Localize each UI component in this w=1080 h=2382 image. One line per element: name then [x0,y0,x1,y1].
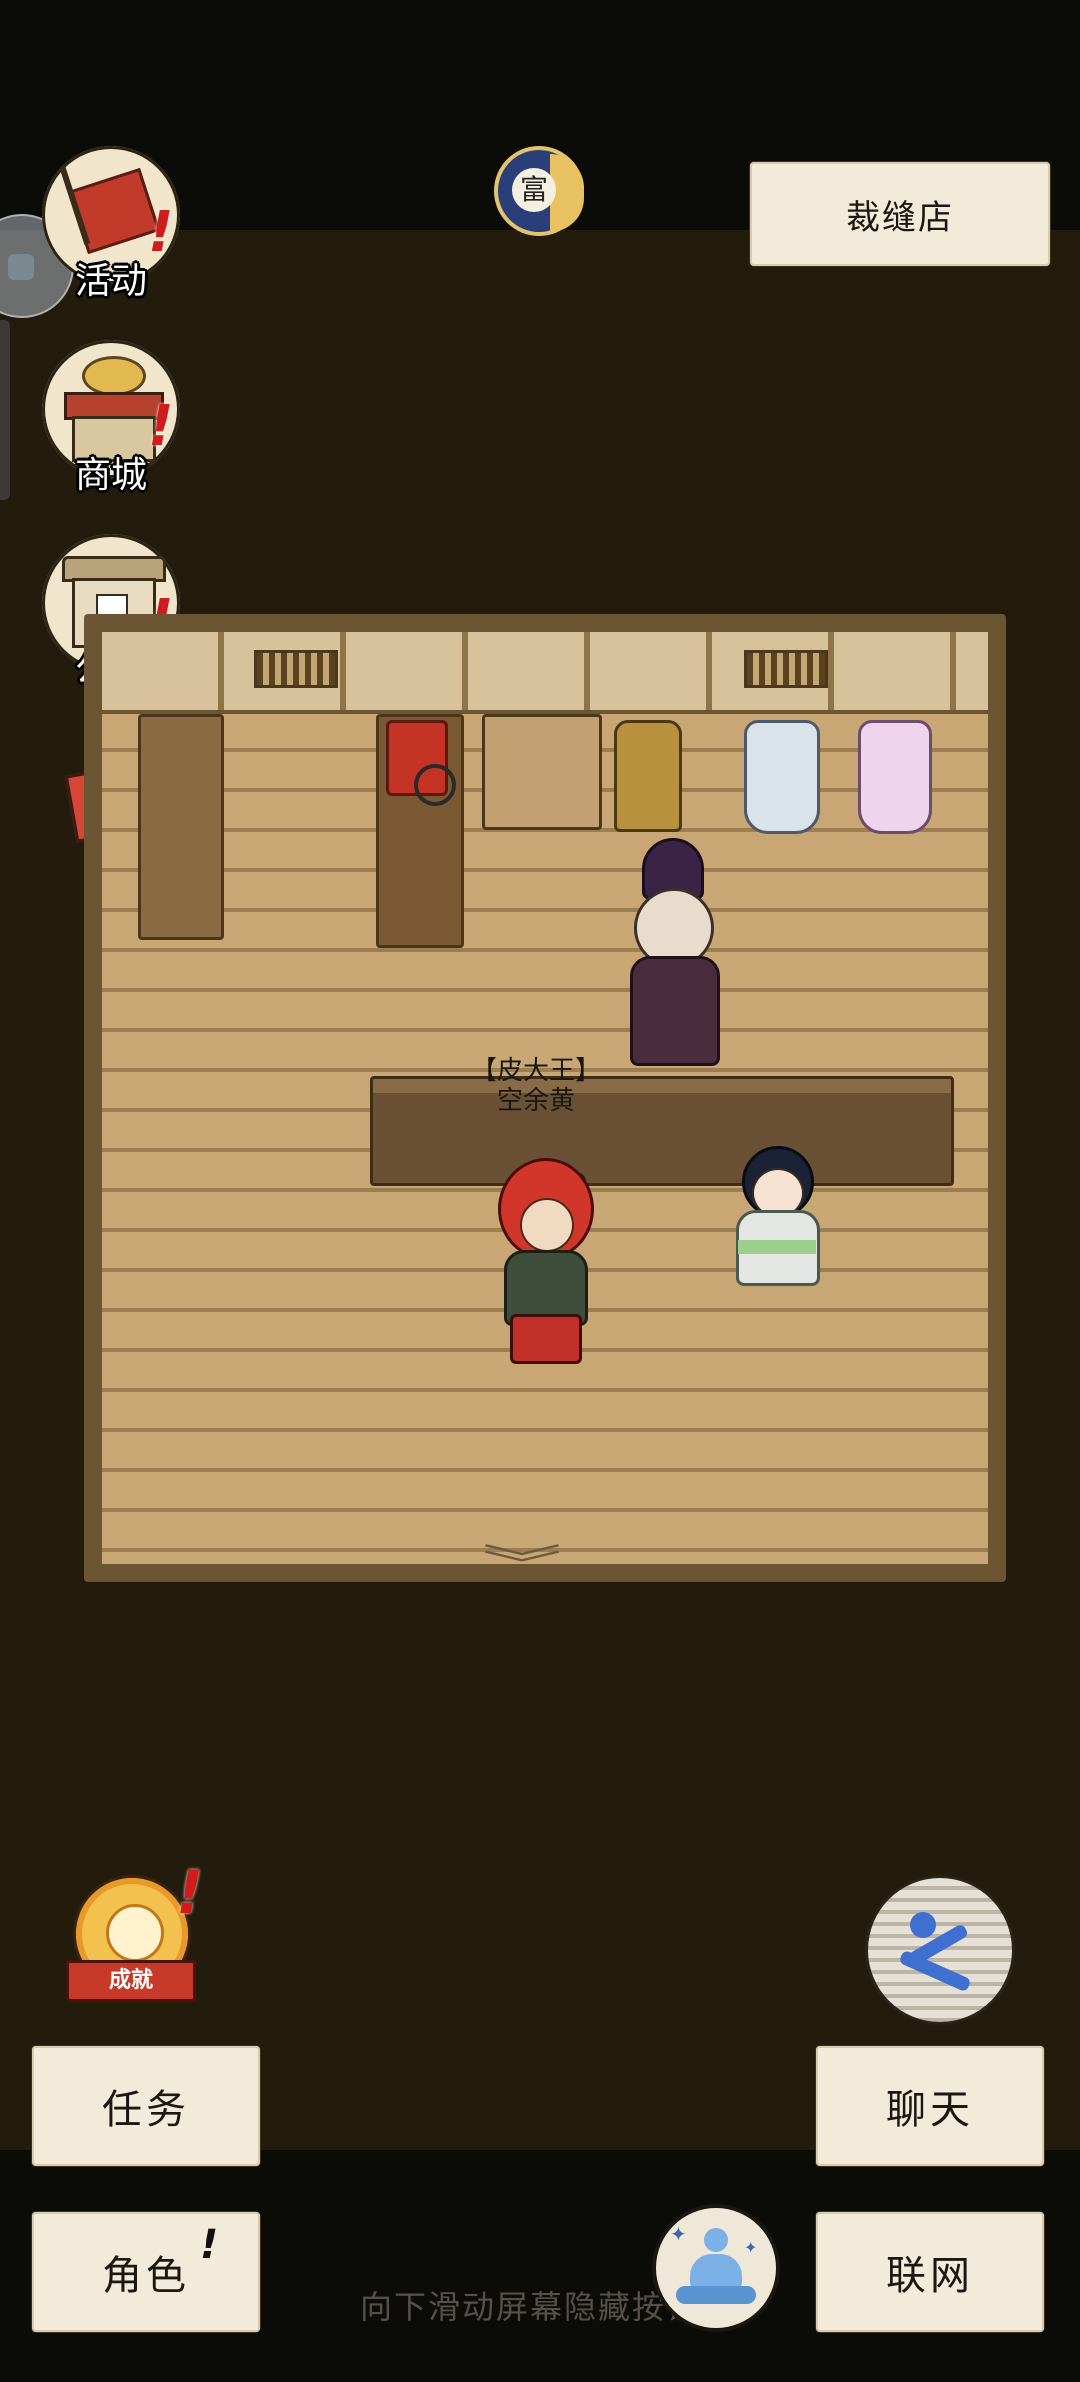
activities-label: 活动 [74,261,147,302]
activities-button[interactable]: ! 活动 [36,146,186,302]
tasks-label: 任务 [102,2087,190,2133]
player-shorts [510,1314,582,1364]
swipe-hint: 向下滑动屏幕隐藏按钮 [360,2288,701,2326]
game-screen: 富 裁缝店 ! 活动 ! 商城 ! 公告 [0,0,1080,2382]
shop-button[interactable]: ! 商城 [36,340,186,496]
achievement-alert-icon: ! [176,1858,204,1928]
tailor-shop-room: 【皮大王】 空余黄 ︾ [84,614,1006,1588]
wall-vent [744,650,828,688]
character-button[interactable]: 角色 ! [32,2212,260,2332]
bookshelf [138,714,224,940]
chat-button[interactable]: 聊天 [816,2046,1044,2166]
player-face [520,1198,574,1252]
chat-label: 聊天 [886,2087,974,2133]
player-title: 【皮大王】 [470,1056,601,1086]
tailor-npc[interactable] [614,838,734,1066]
network-button[interactable]: 联网 [816,2212,1044,2332]
meditation-icon[interactable]: ✦ ✦ [656,2208,776,2328]
achievement-button[interactable]: 成就 ! [66,1858,206,2006]
tailor-body [630,956,720,1066]
white-robe-mannequin [744,720,820,834]
wealth-glyph: 富 [512,168,556,212]
pink-robe-mannequin [858,720,932,834]
girl-npc[interactable] [714,1146,840,1310]
player-name: 空余黄 [496,1086,575,1116]
location-title: 裁缝店 [750,162,1050,266]
dresser [482,714,602,830]
tasks-button[interactable]: 任务 [32,2046,260,2166]
scissors-icon [414,764,456,806]
sparkle-icon: ✦ [670,2222,687,2246]
floating-app-icon [8,254,34,280]
achievement-label: 成就 [108,1968,153,1993]
armor-mannequin [614,720,682,832]
achievement-ribbon: 成就 [66,1960,196,2002]
location-name: 裁缝店 [846,197,954,238]
sparkle-icon: ✦ [744,2238,758,2257]
player-character[interactable] [486,1158,596,1378]
wall-vent [254,650,338,688]
girl-sash [738,1240,816,1254]
back-wall [102,632,988,714]
wealth-moon-icon[interactable]: 富 [494,146,584,236]
side-edge-bar [0,320,10,500]
player-name-tag: 【皮大王】 空余黄 [436,1056,636,1116]
shop-label: 商城 [74,455,147,496]
network-label: 联网 [886,2253,974,2299]
exit-down-arrow-icon[interactable]: ︾ [482,1532,562,1590]
character-label: 角色 [102,2253,190,2299]
character-alert-icon: ! [200,2222,219,2268]
running-man-icon[interactable] [868,1878,1012,2022]
